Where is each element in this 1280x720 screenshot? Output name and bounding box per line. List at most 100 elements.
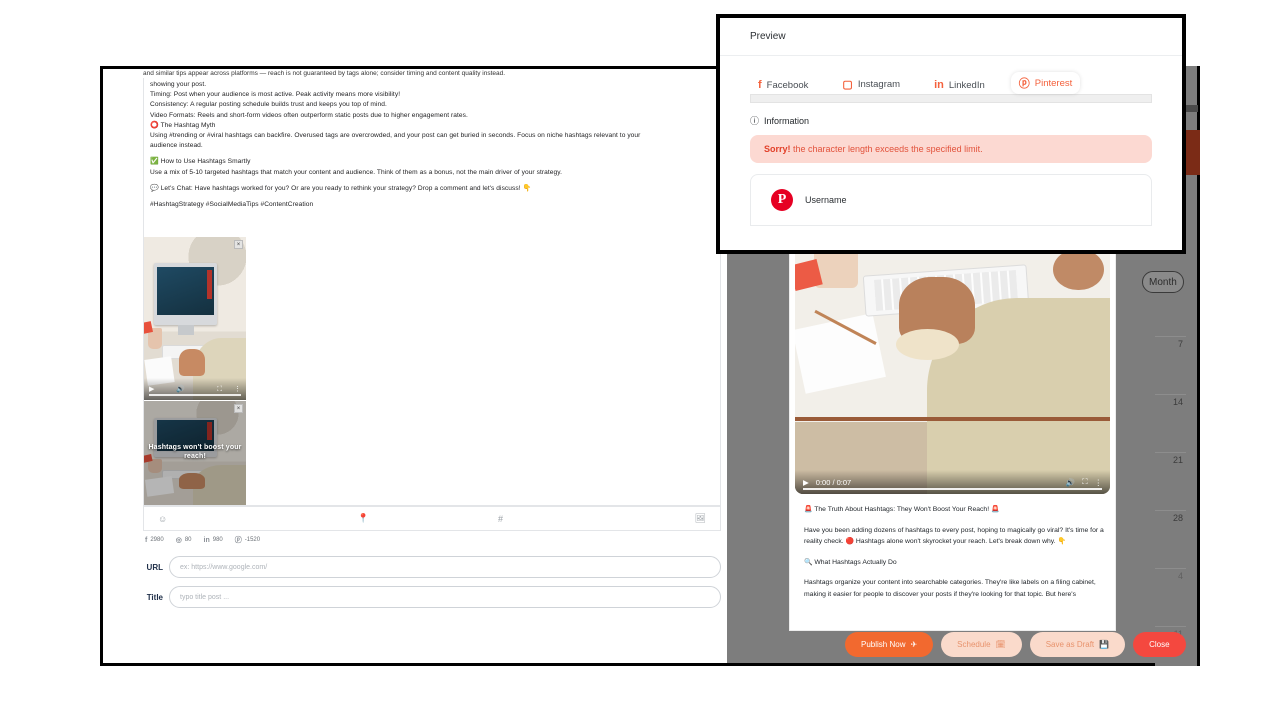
save-icon: 💾	[1099, 640, 1110, 649]
editor-line: Using #trending or #viral hashtags can b…	[150, 132, 641, 140]
calendar-row[interactable]: 21	[1155, 452, 1187, 510]
fullscreen-icon[interactable]: ⛶	[217, 386, 222, 393]
calendar-day: 7	[1177, 339, 1183, 349]
calendar-day: 21	[1172, 455, 1183, 465]
calendar-day: 14	[1172, 397, 1183, 407]
red-circle-icon: ⭕	[150, 121, 159, 129]
editor-line: Timing: Post when your audience is most …	[150, 91, 401, 99]
avatar: P	[771, 189, 793, 211]
preview-title: Preview	[750, 31, 786, 42]
progress-bar[interactable]	[149, 394, 241, 396]
editor-line: Use a mix of 5-10 targeted hashtags that…	[150, 168, 562, 176]
error-text: the character length exceeds the specifi…	[790, 144, 983, 154]
preview-video-controls[interactable]: ▶ 0:00 / 0:07 🔊 ⛶ ⋮	[795, 470, 1110, 494]
image-icon[interactable]: 🖼	[569, 513, 720, 524]
calendar-row[interactable]: 7	[1155, 336, 1187, 394]
calendar-icon: 🗓	[995, 640, 1006, 649]
editor-line-text: Let's Chat: Have hashtags worked for you…	[160, 184, 521, 192]
tab-instagram[interactable]: ▢ Instagram	[834, 75, 908, 94]
location-icon[interactable]: 📍	[295, 513, 432, 524]
point-down-icon: 👇	[522, 184, 532, 192]
facebook-icon: f	[758, 79, 762, 91]
progress-bar[interactable]	[803, 488, 1102, 490]
editor-line-text: The Hashtag Myth	[160, 121, 216, 129]
video-thumbnail-1[interactable]: × ▶ 🔊 ⛶ ⋮	[144, 237, 246, 400]
schedule-button[interactable]: Schedule 🗓	[941, 632, 1022, 657]
tab-content-divider	[750, 94, 1152, 103]
fullscreen-icon[interactable]: ⛶	[1082, 477, 1087, 487]
background-accent-block	[1186, 130, 1200, 175]
calendar-row[interactable]: 4	[1155, 568, 1187, 626]
title-field-row: Title typo title post ...	[143, 586, 721, 608]
save-draft-label: Save as Draft	[1045, 640, 1095, 649]
editor-line-with-icon: ✅ How to Use Hashtags Smartly	[150, 157, 714, 167]
counter-linkedin: in 980	[204, 537, 223, 544]
preview-post-headline: 🚨 The Truth About Hashtags: They Won't B…	[804, 506, 1000, 513]
save-as-draft-button[interactable]: Save as Draft 💾	[1029, 632, 1126, 657]
tab-pinterest[interactable]: ⓟ Pinterest	[1010, 72, 1081, 94]
calendar-day: 28	[1172, 513, 1183, 523]
editor-line: Consistency: A regular posting schedule …	[150, 101, 387, 109]
hashtag-icon[interactable]: #	[432, 514, 569, 524]
tab-linkedin[interactable]: in LinkedIn	[926, 76, 993, 94]
title-label: Title	[146, 592, 163, 602]
error-message: Sorry! the character length exceeds the …	[750, 135, 1152, 163]
url-label: URL	[146, 562, 163, 572]
calendar-month-dropdown[interactable]: Month ⌄	[1142, 271, 1184, 293]
speech-balloon-icon: 💬	[150, 184, 159, 192]
compose-toolbar: ☺ 📍 # 🖼	[143, 506, 721, 531]
preview-modal: Preview f Facebook ▢ Instagram in Linked…	[716, 14, 1186, 254]
pinterest-icon: ⓟ	[234, 537, 242, 544]
post-editor-card: and similar tips appear across platforms…	[103, 69, 727, 663]
volume-icon[interactable]: 🔊	[176, 386, 185, 393]
preview-video[interactable]: ▶ 0:00 / 0:07 🔊 ⛶ ⋮	[795, 236, 1110, 494]
video-controls[interactable]: ▶ 🔊 ⛶ ⋮	[144, 378, 246, 400]
pinterest-account-card: P Username	[750, 174, 1152, 226]
linkedin-icon: in	[203, 536, 210, 544]
pinterest-icon: ⓟ	[1018, 78, 1030, 90]
play-icon[interactable]: ▶	[803, 478, 809, 487]
tab-facebook[interactable]: f Facebook	[750, 76, 816, 94]
calendar-month-label: Month	[1149, 276, 1177, 288]
preview-post-subheading: 🔍 What Hashtags Actually Do	[804, 558, 897, 566]
counter-instagram: ◎ 80	[176, 536, 192, 544]
editor-line: Video Formats: Reels and short-form vide…	[150, 111, 468, 119]
information-label: Information	[764, 115, 810, 126]
calendar-day: 4	[1177, 571, 1183, 581]
linkedin-icon: in	[934, 79, 944, 91]
clipped-text-row: and similar tips appear across platforms…	[143, 70, 506, 77]
url-input[interactable]: ex: https://www.google.com/	[169, 556, 721, 578]
error-bold-text: Sorry!	[764, 144, 791, 154]
more-options-icon[interactable]: ⋮	[1095, 478, 1103, 487]
emoji-icon[interactable]: ☺	[144, 514, 295, 524]
remove-media-icon[interactable]: ×	[234, 404, 243, 413]
preview-post: ▶ 0:00 / 0:07 🔊 ⛶ ⋮ 🚨 The Truth About Ha…	[790, 236, 1115, 630]
tab-label: Pinterest	[1034, 77, 1073, 89]
instagram-icon: ◎	[175, 537, 182, 544]
counter-pinterest: ⓟ -1520	[235, 535, 260, 545]
calendar-row[interactable]: 28	[1155, 510, 1187, 568]
preview-post-paragraph: Have you been adding dozens of hashtags …	[804, 526, 1104, 546]
counter-value: 80	[184, 537, 192, 543]
preview-video-frame	[795, 236, 1110, 494]
publish-label: Publish Now	[861, 640, 906, 649]
video-thumbnail-2[interactable]: Hashtags won't boost your reach! ×	[144, 401, 246, 505]
calendar-row[interactable]: 14	[1155, 394, 1187, 452]
social-platform-tabs: f Facebook ▢ Instagram in LinkedIn ⓟ Pin…	[750, 70, 1152, 94]
counter-value: 2980	[150, 537, 164, 543]
url-field-row: URL ex: https://www.google.com/	[143, 556, 721, 578]
facebook-icon: f	[145, 536, 148, 544]
publish-now-button[interactable]: Publish Now ✈	[845, 632, 934, 657]
volume-icon[interactable]: 🔊	[1066, 478, 1075, 487]
action-bar: Publish Now ✈ Schedule 🗓 Save as Draft 💾…	[845, 632, 1186, 657]
tab-label: LinkedIn	[948, 79, 985, 91]
preview-modal-body: f Facebook ▢ Instagram in LinkedIn ⓟ Pin…	[720, 56, 1182, 226]
close-button[interactable]: Close	[1133, 632, 1186, 657]
thumbnail-image	[144, 237, 246, 400]
more-options-icon[interactable]: ⋮	[234, 386, 241, 393]
remove-media-icon[interactable]: ×	[234, 240, 243, 249]
editor-line: audience instead.	[150, 142, 203, 150]
preview-post-text: 🚨 The Truth About Hashtags: They Won't B…	[804, 504, 1105, 609]
title-input[interactable]: typo title post ...	[169, 586, 721, 608]
play-icon[interactable]: ▶	[149, 386, 154, 393]
